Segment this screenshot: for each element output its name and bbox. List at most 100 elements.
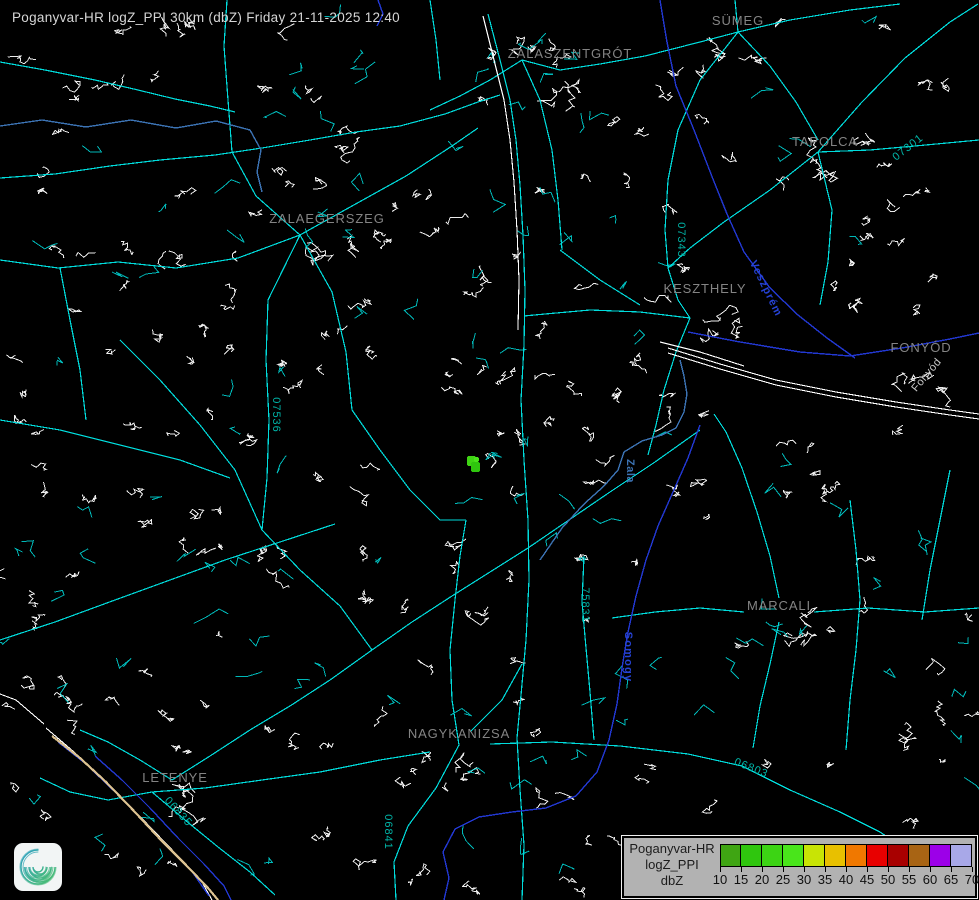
dbz-tick-label: 30 xyxy=(797,872,811,887)
map-line xyxy=(731,318,742,338)
map-line xyxy=(320,111,334,131)
map-line xyxy=(38,188,47,194)
map-line xyxy=(500,371,506,384)
map-line xyxy=(862,216,871,225)
map-line xyxy=(887,199,900,211)
spiral-icon xyxy=(16,845,60,889)
map-line xyxy=(200,700,209,708)
map-line xyxy=(827,762,834,767)
map-line xyxy=(225,284,236,303)
map-line xyxy=(262,530,372,650)
map-line xyxy=(524,437,528,447)
map-line xyxy=(117,658,132,668)
map-line xyxy=(175,188,196,199)
map-line xyxy=(506,571,513,582)
map-line xyxy=(738,32,818,140)
dbz-tick-label: 55 xyxy=(902,872,916,887)
map-line xyxy=(418,660,433,675)
map-line xyxy=(695,114,708,124)
map-line xyxy=(497,431,504,437)
map-line xyxy=(461,768,480,781)
map-line xyxy=(37,167,49,178)
map-line xyxy=(222,380,233,397)
map-line xyxy=(338,126,359,135)
map-line xyxy=(158,710,174,721)
map-line xyxy=(490,189,506,212)
map-line xyxy=(249,636,269,646)
map-line xyxy=(293,87,301,99)
map-line xyxy=(305,86,312,94)
map-line xyxy=(167,431,180,437)
map-line xyxy=(40,778,152,800)
map-line xyxy=(879,24,891,30)
map-line xyxy=(285,181,294,187)
met-logo[interactable] xyxy=(14,843,62,891)
map-line xyxy=(635,775,649,783)
map-line xyxy=(918,80,933,90)
map-line xyxy=(620,281,627,289)
map-line xyxy=(220,305,234,310)
map-line xyxy=(610,216,616,224)
map-line xyxy=(366,346,378,359)
map-line xyxy=(169,251,186,266)
city-label: LETENYE xyxy=(142,770,208,785)
product-title: Poganyvar-HR logZ_PPI 30km (dbZ) Friday … xyxy=(12,10,400,25)
map-line xyxy=(199,324,208,337)
map-line xyxy=(249,210,262,216)
map-line xyxy=(88,745,96,755)
dbz-scale-cell xyxy=(824,844,846,867)
map-line xyxy=(196,548,216,555)
map-line xyxy=(32,615,45,621)
map-line xyxy=(11,783,19,792)
map-line xyxy=(814,608,979,612)
map-line xyxy=(648,318,690,455)
map-line xyxy=(596,456,615,466)
map-line xyxy=(935,701,946,726)
map-line xyxy=(766,622,783,627)
map-line xyxy=(582,427,593,441)
map-line xyxy=(67,702,83,712)
map-line xyxy=(69,309,81,312)
map-line xyxy=(939,759,946,762)
map-line xyxy=(312,835,325,841)
map-line xyxy=(778,146,791,162)
map-line xyxy=(630,362,646,374)
map-line xyxy=(224,0,300,235)
map-line xyxy=(29,795,40,804)
map-line xyxy=(0,694,44,724)
map-line xyxy=(726,658,739,680)
map-line xyxy=(374,707,387,727)
map-line xyxy=(215,180,241,194)
dbz-color-scale xyxy=(720,844,972,867)
dbz-tick-label: 60 xyxy=(923,872,937,887)
map-line xyxy=(695,705,715,715)
map-line xyxy=(300,235,352,410)
map-line xyxy=(814,171,838,182)
map-line xyxy=(580,174,590,182)
map-line xyxy=(751,88,773,99)
map-line xyxy=(964,712,979,717)
map-line xyxy=(462,825,474,849)
map-line xyxy=(810,471,820,476)
map-line xyxy=(873,578,881,590)
map-line xyxy=(524,310,690,318)
map-line xyxy=(120,340,262,530)
map-line xyxy=(0,95,500,178)
map-line xyxy=(936,387,950,407)
dbz-scale-cell xyxy=(866,844,888,867)
map-line xyxy=(127,489,144,498)
map-line xyxy=(540,73,553,82)
map-line xyxy=(644,295,671,302)
dbz-tick-label: 35 xyxy=(818,872,832,887)
map-line xyxy=(63,81,81,92)
map-line xyxy=(106,697,120,706)
map-line xyxy=(772,629,788,637)
map-line xyxy=(631,560,638,566)
map-line xyxy=(409,879,413,886)
map-line xyxy=(660,0,855,358)
river-label: Zala xyxy=(624,459,636,483)
map-line xyxy=(320,743,334,749)
map-line xyxy=(477,366,487,375)
map-line xyxy=(455,753,473,773)
legend-panel: Poganyvar-HR logZ_PPI dbZ 10152025303540… xyxy=(622,836,977,898)
